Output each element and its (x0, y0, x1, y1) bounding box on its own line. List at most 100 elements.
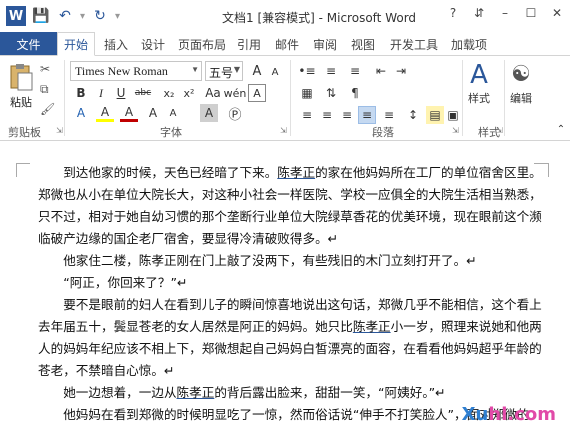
maximize-icon[interactable]: ☐ (518, 0, 544, 26)
close-icon[interactable]: ✕ (544, 0, 570, 26)
collapse-ribbon-icon[interactable]: ⌃ (552, 120, 570, 138)
watermark-part1: Xu (461, 404, 489, 425)
character-shading-button[interactable]: A (200, 104, 218, 122)
paragraph-launcher-icon[interactable]: ⇲ (452, 126, 459, 135)
borders-icon[interactable]: ▣ (444, 106, 462, 124)
decrease-indent-icon[interactable]: ⇤ (372, 62, 390, 80)
tab-mailings[interactable]: 邮件 (275, 32, 299, 56)
document-line[interactable]: 去年届五十，鬓显苍老的女人居然是阿正的妈妈。她只比陈孝正小一岁，照理来说她和他两 (38, 316, 542, 338)
format-painter-icon[interactable]: 🖌 (40, 102, 55, 116)
enclose-characters-icon[interactable]: Ⓟ (226, 104, 244, 123)
window-title: 文档1 [兼容模式] - Microsoft Word (222, 11, 417, 25)
grow-font-button[interactable]: A (248, 62, 266, 80)
chevron-down-icon[interactable]: ▼ (191, 65, 199, 74)
word-logo-icon[interactable]: W (6, 6, 26, 26)
superscript-button[interactable]: x² (180, 84, 198, 102)
divider (290, 60, 291, 136)
bullets-icon[interactable]: •≡ (298, 62, 316, 80)
cut-icon[interactable]: ✂ (40, 62, 50, 76)
tab-review[interactable]: 审阅 (313, 32, 337, 56)
numbering-icon[interactable]: ≡ (322, 62, 340, 80)
align-right-icon[interactable]: ≡ (338, 106, 356, 124)
document-line[interactable]: 只不过，相对于她自幼习惯的那个垄断行业单位大院绿草香花的优美环境，现在眼前这个濒 (38, 206, 542, 228)
bold-button[interactable]: B (72, 84, 90, 102)
minimize-icon[interactable]: – (492, 0, 518, 26)
styles-icon: A (470, 60, 488, 90)
help-button[interactable]: ? (440, 0, 466, 26)
chinese-layout-icon[interactable]: ▦ (298, 84, 316, 102)
font-color-button[interactable]: A (120, 104, 138, 122)
paste-icon[interactable] (8, 62, 34, 92)
strikethrough-button[interactable]: abc (134, 84, 152, 102)
binoculars-icon: ☯ (511, 62, 531, 87)
tab-page-layout[interactable]: 页面布局 (178, 32, 226, 56)
undo-dropdown-icon[interactable]: ▾ (80, 11, 85, 22)
document-line[interactable]: 郑微也从小在单位大院长大，对这种小社会一样医院、学校一应俱全的大院生活相当熟悉， (38, 184, 542, 206)
tab-home[interactable]: 开始 (57, 32, 96, 56)
tab-insert[interactable]: 插入 (104, 32, 128, 56)
document-line[interactable]: 他家住二楼，陈孝正刚在门上敲了没两下，有些残旧的木门立刻打开了。↵ (38, 250, 538, 272)
align-center-icon[interactable]: ≡ (318, 106, 336, 124)
chevron-down-icon[interactable]: ▼ (234, 65, 240, 74)
shrink-font-button[interactable]: A (266, 63, 284, 81)
document-body[interactable]: 到达他家的时候，天色已经暗了下来。陈孝正的家在他妈妈所在工厂的单位宿舍区里。 郑微… (38, 162, 542, 426)
tab-view[interactable]: 视图 (351, 32, 375, 56)
increase-indent-icon[interactable]: ⇥ (392, 62, 410, 80)
font-size-field[interactable]: 五号 ▼ (205, 61, 243, 81)
tab-design[interactable]: 设计 (141, 32, 165, 56)
phonetic-guide-button[interactable]: wén (224, 84, 247, 102)
font-launcher-icon[interactable]: ⇲ (280, 126, 287, 135)
styles-launcher-icon[interactable]: ⇲ (496, 126, 503, 135)
paste-button[interactable]: 粘贴 (10, 94, 32, 110)
ribbon-display-icon[interactable]: ⇵ (466, 0, 492, 26)
tab-references[interactable]: 引用 (237, 32, 261, 56)
tab-addins[interactable]: 加载项 (451, 32, 487, 56)
editing-button-label: 编辑 (510, 92, 532, 105)
character-border-button[interactable]: A (248, 84, 266, 102)
justify-icon[interactable]: ≡ (358, 106, 376, 124)
name-spelling-underline: 陈孝正 (176, 385, 215, 400)
styles-button[interactable]: A 样式 (468, 60, 490, 106)
highlight-button[interactable]: A (96, 104, 114, 122)
document-line[interactable]: 苍老，不禁暗自心惊。↵ (38, 360, 538, 382)
save-icon[interactable]: 💾 (32, 8, 50, 24)
distributed-icon[interactable]: ≡ (380, 106, 398, 124)
grow-font-2-button[interactable]: A (144, 104, 162, 122)
document-line[interactable]: 她一边想着，一边从陈孝正的背后露出脸来，甜甜一笑，“阿姨好。”↵ (38, 382, 538, 404)
font-size-value: 五号 (209, 66, 234, 80)
document-line[interactable]: “阿正，你回来了？”↵ (38, 272, 538, 294)
document-line[interactable]: 到达他家的时候，天色已经暗了下来。陈孝正的家在他妈妈所在工厂的单位宿舍区里。 (38, 162, 542, 184)
italic-button[interactable]: I (92, 84, 110, 102)
copy-icon[interactable]: ⧉ (40, 82, 49, 97)
shrink-font-2-button[interactable]: A (164, 104, 182, 122)
editing-button[interactable]: ☯ 编辑 (510, 60, 532, 106)
align-left-icon[interactable]: ≡ (298, 106, 316, 124)
show-marks-icon[interactable]: ¶ (346, 84, 364, 102)
watermark: Xuhl.com (462, 404, 556, 425)
font-name-field[interactable]: Times New Roman ▼ (70, 61, 202, 81)
tab-file[interactable]: 文件 (0, 32, 57, 56)
tab-developer[interactable]: 开发工具 (390, 32, 438, 56)
redo-icon[interactable]: ↻ (91, 8, 109, 24)
multilevel-list-icon[interactable]: ≡ (346, 62, 364, 80)
underline-button[interactable]: U (112, 84, 130, 102)
document-line[interactable]: 人的妈妈年纪应该不相上下，郑微想起自己妈妈白皙漂亮的面容，在看看他妈妈超乎年龄的 (38, 338, 542, 360)
line-spacing-icon[interactable]: ↕ (404, 106, 422, 124)
change-case-button[interactable]: Aa (204, 84, 222, 102)
text-effects-button[interactable]: A (72, 104, 90, 122)
sort-icon[interactable]: ⇅ (322, 84, 340, 102)
subscript-button[interactable]: x₂ (160, 84, 178, 102)
shading-icon[interactable]: ▤ (426, 106, 444, 124)
name-spelling-underline: 陈孝正 (352, 319, 391, 334)
divider (504, 60, 505, 136)
undo-icon[interactable]: ↶ (56, 8, 74, 24)
document-area[interactable]: 到达他家的时候，天色已经暗了下来。陈孝正的家在他妈妈所在工厂的单位宿舍区里。 郑微… (0, 141, 570, 429)
document-line[interactable]: 临破产边缘的国企老厂宿舍，要显得冷清破败得多。↵ (38, 228, 538, 250)
watermark-part2: hl.com (488, 404, 556, 425)
styles-button-label: 样式 (468, 92, 490, 105)
document-line[interactable]: 要不是眼前的妇人在看到儿子的瞬间惊喜地说出这句话，郑微几乎不能相信，这个看上 (38, 294, 542, 316)
clipboard-launcher-icon[interactable]: ⇲ (56, 126, 63, 135)
customize-icon[interactable]: ▾ (115, 11, 120, 22)
ribbon-tabs: 文件 开始 插入 设计 页面布局 引用 邮件 审阅 视图 开发工具 加载项 (0, 32, 570, 56)
margin-corner-mark (16, 163, 30, 164)
